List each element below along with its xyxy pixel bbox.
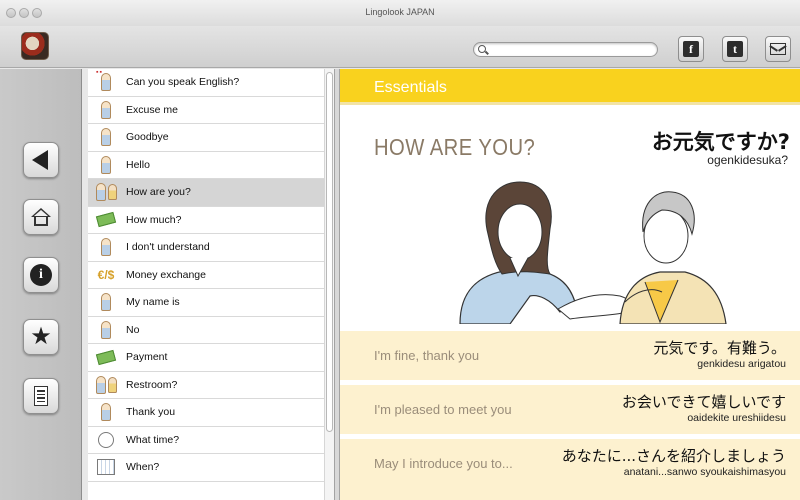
person-icon: [90, 235, 122, 259]
response-japanese: あなたに...さんを紹介しましょう: [561, 447, 786, 465]
phrase-list-item[interactable]: Hello: [88, 152, 324, 179]
star-icon: ★: [30, 323, 52, 350]
app-logo-icon: [21, 32, 49, 60]
info-button[interactable]: i: [23, 257, 59, 293]
facebook-button[interactable]: f: [678, 36, 704, 62]
phrase-label: Goodbye: [126, 131, 169, 144]
window-title: Lingolook JAPAN: [365, 7, 435, 17]
phrase-list-item[interactable]: When?: [88, 454, 324, 482]
phrase-list-item[interactable]: No: [88, 317, 324, 344]
phrase-label: How much?: [126, 213, 182, 226]
scrollbar-thumb[interactable]: [326, 72, 333, 432]
currency-icon: €/$: [97, 267, 115, 282]
phrase-list: ▪▪ Can you speak English? Excuse me Goodbye…: [88, 69, 324, 500]
phrase-list-item[interactable]: How much?: [88, 207, 324, 234]
app-window: Lingolook JAPAN f t i ★ ▪▪ Can you speak…: [0, 0, 800, 500]
phrase-label: When?: [126, 461, 160, 474]
person-icon: [90, 318, 122, 342]
phrase-list-item[interactable]: What time?: [88, 427, 324, 454]
left-nav: i ★: [0, 69, 82, 500]
search-input[interactable]: [490, 44, 650, 55]
category-title: Essentials: [374, 79, 447, 96]
person-icon: [90, 125, 122, 149]
category-header: Essentials: [340, 69, 800, 105]
calendar-icon: [90, 455, 122, 479]
response-romaji: genkidesu arigatou: [697, 358, 786, 370]
response-romaji: oaidekite ureshiidesu: [687, 412, 786, 424]
home-icon: [31, 208, 51, 226]
japanese-phrase: お元気ですか?: [651, 130, 790, 154]
phrase-label: Restroom?: [126, 378, 178, 391]
toolbar: f t: [0, 26, 800, 68]
phrase-list-item[interactable]: ▪▪ Can you speak English?: [88, 69, 324, 97]
response-english: I'm fine, thank you: [374, 348, 480, 363]
twitter-icon: t: [727, 41, 743, 57]
phrase-label: Payment: [126, 351, 168, 364]
search-icon: [478, 45, 486, 53]
phrase-list-scrollbar[interactable]: [324, 69, 334, 500]
phrase-label: My name is: [126, 296, 180, 309]
two-people-icon: [90, 373, 122, 397]
clock-icon: [90, 428, 122, 452]
email-button[interactable]: [765, 36, 791, 62]
phrase-list-item[interactable]: How are you?: [88, 179, 324, 207]
phrase-label: Can you speak English?: [126, 76, 240, 89]
phrase-label: What time?: [126, 433, 180, 446]
response-japanese: 元気です。有難う。: [653, 339, 786, 357]
phrase-list-item[interactable]: I don't understand: [88, 234, 324, 262]
phrase-label: Hello: [126, 158, 150, 171]
info-icon: i: [30, 264, 52, 286]
notes-button[interactable]: [23, 378, 59, 414]
notes-icon: [34, 386, 48, 406]
phrase-detail: Essentials HOW ARE YOU? お元気ですか? ogenkide…: [340, 69, 800, 500]
person-icon: [90, 400, 122, 424]
phrase-label: How are you?: [126, 186, 191, 199]
response-row[interactable]: I'm fine, thank you 元気です。有難う。 genkidesu …: [340, 328, 800, 380]
phrase-label: I don't understand: [126, 241, 210, 254]
response-english: May I introduce you to...: [374, 456, 513, 471]
phrase-label: Thank you: [126, 406, 176, 419]
phrase-list-item[interactable]: Excuse me: [88, 97, 324, 124]
flags-person-icon: ▪▪: [90, 69, 122, 94]
romaji-phrase: ogenkidesuka?: [707, 153, 788, 167]
favorites-button[interactable]: ★: [23, 319, 59, 355]
phrase-list-item[interactable]: My name is: [88, 289, 324, 317]
title-bar: Lingolook JAPAN: [0, 0, 800, 26]
english-phrase: HOW ARE YOU?: [374, 134, 536, 160]
phrase-list-item[interactable]: Thank you: [88, 399, 324, 427]
money-icon: [90, 208, 122, 232]
response-romaji: anatani...sanwo syoukaishimasyou: [623, 466, 786, 478]
money-icon: [90, 345, 122, 369]
mail-icon: [770, 43, 786, 55]
phrase-list-item[interactable]: Payment: [88, 344, 324, 372]
response-english: I'm pleased to meet you: [374, 402, 512, 417]
person-icon: [90, 98, 122, 122]
facebook-icon: f: [683, 41, 699, 57]
person-icon: [90, 153, 122, 177]
search-field[interactable]: [473, 42, 658, 57]
phrase-label: Excuse me: [126, 103, 178, 116]
phrase-list-item[interactable]: Restroom?: [88, 372, 324, 399]
response-row[interactable]: I'm pleased to meet you お会いできて嬉しいです oaid…: [340, 382, 800, 434]
response-japanese: お会いできて嬉しいです: [621, 393, 786, 411]
phrase-label: No: [126, 323, 140, 336]
home-button[interactable]: [23, 199, 59, 235]
two-people-icon: [90, 180, 122, 204]
phrase-label: Money exchange: [126, 268, 206, 281]
person-icon: [90, 290, 122, 314]
twitter-button[interactable]: t: [722, 36, 748, 62]
back-arrow-icon: [31, 150, 48, 170]
response-row[interactable]: May I introduce you to... あなたに...さんを紹介しま…: [340, 436, 800, 500]
handshake-illustration: [459, 181, 727, 324]
phrase-list-item[interactable]: Goodbye: [88, 124, 324, 152]
phrase-list-item[interactable]: €/$ Money exchange: [88, 262, 324, 289]
back-button[interactable]: [23, 142, 59, 178]
